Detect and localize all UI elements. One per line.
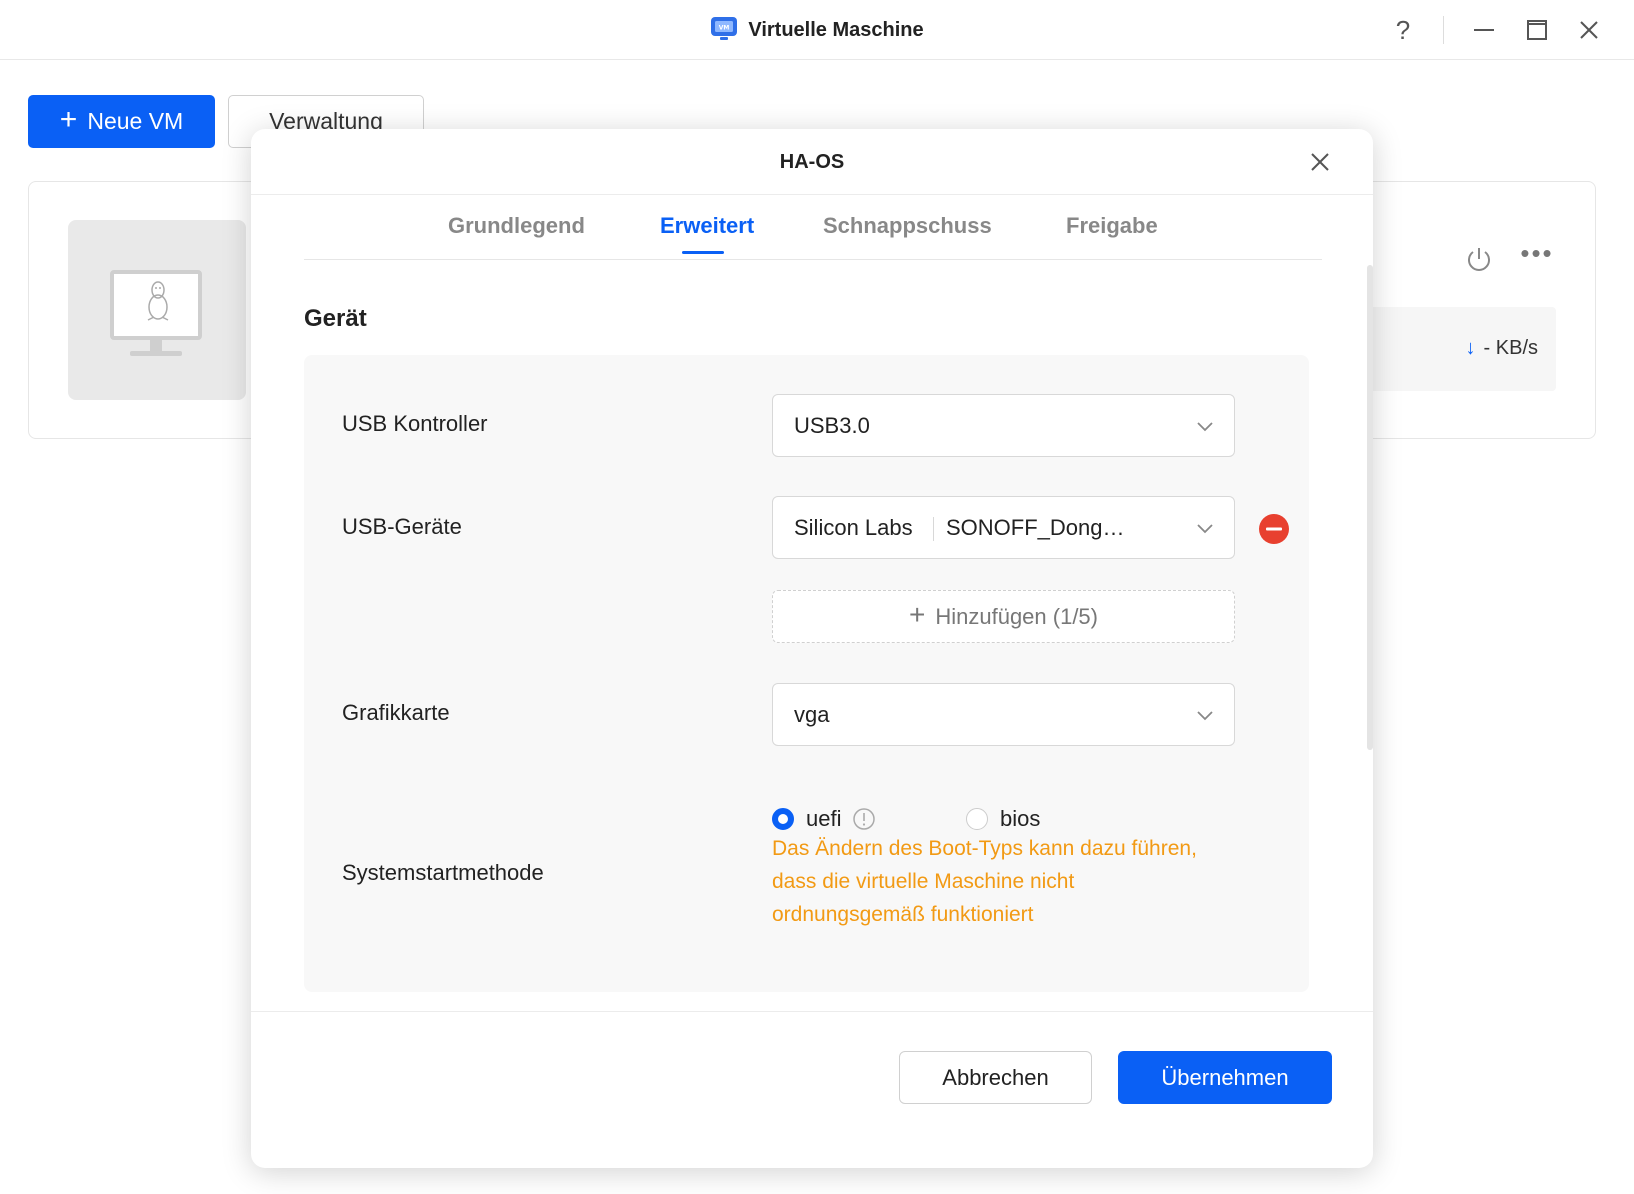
network-stats: ↓ - KB/s (1370, 307, 1556, 391)
usb-device-select[interactable]: Silicon Labs SONOFF_Dong… (772, 496, 1235, 559)
svg-text:VM: VM (719, 25, 730, 32)
close-icon (1580, 21, 1598, 39)
network-speed-value: - KB/s (1483, 337, 1538, 359)
dialog-scrollbar[interactable] (1367, 265, 1373, 750)
radio-bios-dot (966, 808, 988, 830)
new-vm-button[interactable]: + Neue VM (28, 95, 215, 148)
usb-controller-value: USB3.0 (794, 413, 870, 438)
radio-uefi-label: uefi (806, 806, 842, 831)
radio-bios[interactable]: bios (966, 806, 1040, 832)
vm-thumbnail[interactable] (68, 220, 246, 400)
titlebar-divider (1443, 16, 1444, 44)
linux-tux-icon (147, 281, 169, 321)
network-speed: ↓ - KB/s (1466, 337, 1538, 360)
cancel-label: Abbrechen (942, 1064, 1049, 1090)
usb-devices-label: USB-Geräte (342, 514, 462, 539)
power-icon[interactable] (1464, 244, 1494, 274)
help-icon: ? (1395, 14, 1411, 45)
graphics-label: Grafikkarte (342, 700, 450, 725)
download-arrow-icon: ↓ (1465, 337, 1476, 359)
usb-controller-label: USB Kontroller (342, 411, 488, 436)
more-options-icon[interactable]: ••• (1520, 240, 1554, 274)
dialog-header: HA-OS (251, 129, 1373, 195)
usb-device-separator (933, 517, 934, 541)
info-icon[interactable] (853, 808, 876, 830)
vm-app-icon: VM (711, 17, 738, 40)
active-tab-indicator (682, 251, 724, 254)
minimize-button[interactable] (1466, 12, 1502, 48)
chevron-down-icon (1197, 711, 1213, 721)
boot-type-warning: Das Ändern des Boot-Typs kann dazu führe… (772, 837, 1197, 926)
cancel-button[interactable]: Abbrechen (899, 1051, 1092, 1104)
monitor-base (130, 351, 182, 356)
add-usb-device-label: Hinzufügen (1/5) (935, 603, 1098, 629)
close-window-button[interactable] (1571, 12, 1607, 48)
device-settings-panel: USB Kontroller USB3.0 USB-Geräte Silicon… (304, 355, 1309, 992)
graphics-select[interactable]: vga (772, 683, 1235, 746)
tabs-divider (304, 259, 1322, 260)
remove-usb-device-icon[interactable] (1258, 513, 1290, 545)
vm-settings-dialog: HA-OS Grundlegend Erweitert Schnappschus… (251, 129, 1373, 1168)
boot-method-label: Systemstartmethode (342, 860, 544, 885)
dialog-close-icon[interactable] (1307, 149, 1333, 175)
window-title-text: Virtuelle Maschine (748, 19, 924, 41)
section-title-geraet: Gerät (304, 305, 367, 332)
title-bar: VM Virtuelle Maschine ? (0, 0, 1634, 60)
chevron-down-icon (1197, 422, 1213, 432)
apply-button[interactable]: Übernehmen (1118, 1051, 1332, 1104)
graphics-value: vga (794, 702, 830, 727)
tab-grundlegend[interactable]: Grundlegend (448, 213, 585, 239)
radio-uefi-dot (772, 808, 794, 830)
chevron-down-icon (1197, 524, 1213, 534)
maximize-icon (1527, 20, 1547, 40)
maximize-button[interactable] (1519, 12, 1555, 48)
plus-icon: + (908, 599, 926, 630)
tab-erweitert[interactable]: Erweitert (660, 213, 754, 239)
apply-label: Übernehmen (1161, 1064, 1289, 1090)
usb-device-name: SONOFF_Dong… (946, 515, 1125, 540)
usb-device-vendor: Silicon Labs (794, 515, 913, 540)
add-usb-device-button[interactable]: + Hinzufügen (1/5) (772, 590, 1235, 643)
footer-divider (251, 1011, 1373, 1012)
dialog-title: HA-OS (779, 151, 845, 173)
radio-bios-label: bios (1000, 806, 1041, 831)
tab-schnappschuss[interactable]: Schnappschuss (823, 213, 992, 239)
new-vm-label: Neue VM (87, 108, 184, 134)
tab-freigabe[interactable]: Freigabe (1066, 213, 1158, 239)
plus-icon: + (59, 103, 78, 136)
usb-controller-select[interactable]: USB3.0 (772, 394, 1235, 457)
minimize-icon (1474, 29, 1494, 31)
radio-uefi[interactable]: uefi (772, 806, 876, 832)
help-button[interactable]: ? (1385, 12, 1421, 48)
